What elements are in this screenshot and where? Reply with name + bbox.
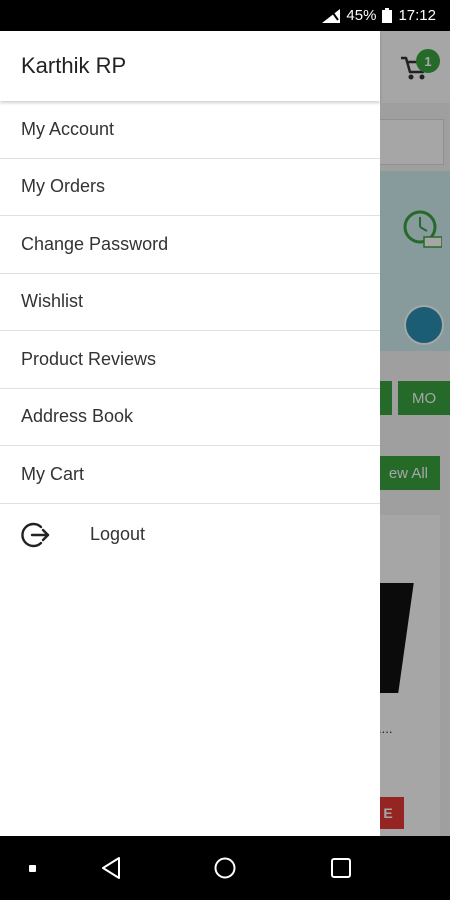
menu-item-wishlist[interactable]: Wishlist [0,274,380,331]
menu-item-label: Change Password [21,233,169,254]
signal-icon [322,8,341,23]
home-icon[interactable] [214,857,236,879]
battery-percent: 45% [346,7,377,24]
clock: 17:12 [398,7,436,24]
user-name: Karthik RP [21,53,127,78]
menu-item-my-orders[interactable]: My Orders [0,159,380,216]
navigation-drawer: Karthik RP My Account My Orders Change P… [0,31,380,836]
menu-item-my-cart[interactable]: My Cart [0,446,380,504]
menu-item-my-account[interactable]: My Account [0,101,380,159]
status-bar: 45% 17:12 [0,0,450,31]
logout-item[interactable]: Logout [0,504,380,566]
logout-label: Logout [90,524,146,544]
menu-item-label: Wishlist [21,291,83,312]
menu-item-product-reviews[interactable]: Product Reviews [0,331,380,389]
menu-item-label: Product Reviews [21,348,157,369]
logout-icon [21,522,50,547]
recents-icon[interactable] [331,858,351,878]
system-nav-bar [0,836,450,900]
battery-icon [382,8,393,23]
menu-item-change-password[interactable]: Change Password [0,216,380,274]
menu-item-label: Address Book [21,406,134,427]
drawer-header: Karthik RP [0,31,380,101]
menu-item-label: My Cart [21,463,84,484]
nav-dot-icon[interactable] [29,865,36,872]
back-icon[interactable] [100,856,122,880]
menu-item-label: My Account [21,118,115,139]
menu-item-address-book[interactable]: Address Book [0,389,380,446]
menu-item-label: My Orders [21,176,106,197]
